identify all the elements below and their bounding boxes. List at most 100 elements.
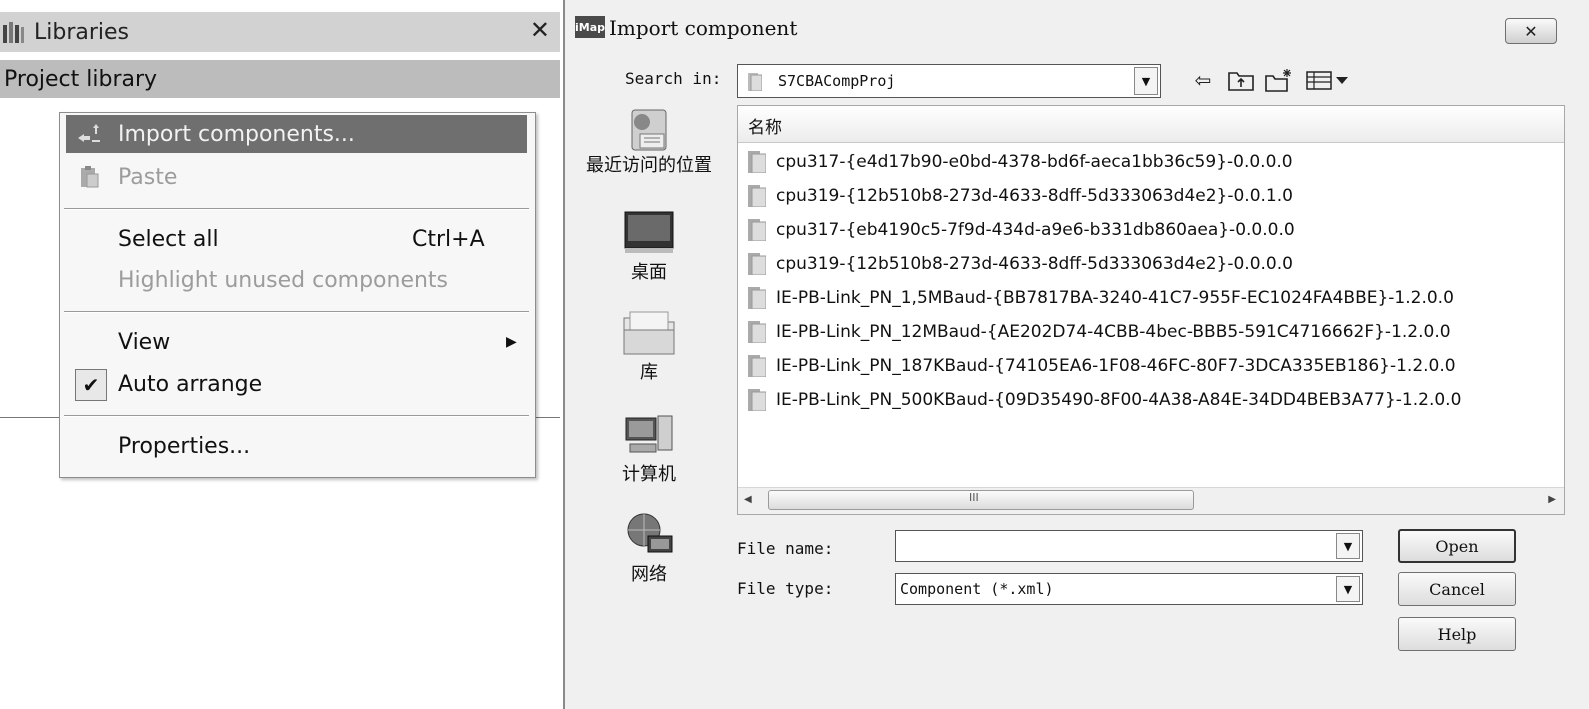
folder-icon — [748, 219, 766, 241]
file-list[interactable]: 名称 cpu317-{e4d17b90-e0bd-4378-bd6f-aeca1… — [737, 105, 1565, 515]
menu-item-auto-arrange[interactable]: ✔ Auto arrange — [66, 365, 527, 403]
view-menu-icon[interactable] — [1305, 66, 1351, 94]
help-button[interactable]: Help — [1398, 617, 1516, 651]
folder-icon — [748, 321, 766, 343]
cancel-button[interactable]: Cancel — [1398, 572, 1516, 606]
menu-item-view[interactable]: View ▶ — [66, 323, 527, 361]
menu-item-label: View — [118, 329, 171, 355]
chevron-down-icon[interactable]: ▼ — [1134, 67, 1158, 95]
file-type-select[interactable]: Component (*.xml) ▼ — [895, 573, 1363, 605]
file-name: cpu319-{12b510b8-273d-4633-8dff-5d333063… — [776, 186, 1293, 206]
scrollbar-thumb[interactable]: III — [768, 490, 1194, 510]
folder-icon — [748, 73, 762, 91]
import-icon — [78, 124, 100, 142]
menu-item-label: Properties... — [118, 433, 251, 459]
search-in-value: S7CBACompProj — [778, 72, 896, 90]
file-name: IE-PB-Link_PN_187KBaud-{74105EA6-1F08-46… — [776, 356, 1456, 376]
folder-icon — [748, 253, 766, 275]
place-label: 桌面 — [631, 262, 667, 283]
list-item[interactable]: cpu317-{e4d17b90-e0bd-4378-bd6f-aeca1bb3… — [748, 147, 1293, 177]
column-header-label: 名称 — [748, 118, 782, 138]
new-folder-icon[interactable] — [1265, 66, 1293, 94]
menu-item-import-components[interactable]: Import components... — [66, 115, 527, 153]
list-item[interactable]: IE-PB-Link_PN_12MBaud-{AE202D74-4CBB-4be… — [748, 317, 1451, 347]
close-icon[interactable]: ✕ — [1505, 18, 1557, 44]
file-name: cpu319-{12b510b8-273d-4633-8dff-5d333063… — [776, 254, 1293, 274]
libraries-icon — [623, 311, 675, 355]
recent-places-icon — [631, 109, 667, 151]
search-in-combobox[interactable]: S7CBACompProj ▼ — [737, 64, 1161, 98]
paste-icon — [81, 166, 99, 188]
list-item[interactable]: IE-PB-Link_PN_500KBaud-{09D35490-8F00-4A… — [748, 385, 1461, 415]
file-name: IE-PB-Link_PN_500KBaud-{09D35490-8F00-4A… — [776, 390, 1462, 410]
scroll-grip: III — [969, 491, 979, 504]
folder-icon — [748, 355, 766, 377]
place-computer[interactable]: 计算机 — [589, 412, 709, 486]
app-logo-icon: iMap — [575, 16, 605, 38]
menu-item-paste[interactable]: Paste — [66, 158, 527, 196]
up-folder-icon[interactable] — [1227, 66, 1255, 94]
search-in-label: Search in: — [625, 69, 722, 88]
project-library-label: Project library — [4, 66, 158, 92]
libraries-title: Libraries — [34, 19, 130, 45]
place-label: 网络 — [631, 564, 667, 585]
list-item[interactable]: cpu319-{12b510b8-273d-4633-8dff-5d333063… — [748, 181, 1293, 211]
place-label: 最近访问的位置 — [586, 155, 712, 176]
menu-item-shortcut: Ctrl+A — [412, 226, 485, 252]
list-item[interactable]: IE-PB-Link_PN_1,5MBaud-{BB7817BA-3240-41… — [748, 283, 1454, 313]
list-item[interactable]: IE-PB-Link_PN_187KBaud-{74105EA6-1F08-46… — [748, 351, 1456, 381]
scroll-right-icon[interactable]: ▶ — [1548, 494, 1556, 505]
file-name-label: File name: — [737, 539, 834, 558]
horizontal-scrollbar[interactable]: ◀ III ▶ — [738, 487, 1564, 514]
folder-icon — [748, 151, 766, 173]
chevron-down-icon[interactable]: ▼ — [1336, 576, 1360, 602]
import-component-dialog: iMap Import component ✕ Search in: S7CBA… — [563, 0, 1589, 709]
open-button[interactable]: Open — [1398, 529, 1516, 563]
menu-item-label: Paste — [118, 164, 178, 190]
column-header-name[interactable]: 名称 — [738, 106, 1564, 143]
menu-item-label: Auto arrange — [118, 371, 263, 397]
menu-item-properties[interactable]: Properties... — [66, 427, 527, 465]
libraries-icon — [3, 22, 24, 43]
checkmark-icon: ✔ — [75, 369, 107, 401]
dialog-title: Import component — [609, 16, 798, 40]
menu-separator — [64, 208, 529, 210]
menu-item-select-all[interactable]: Select all Ctrl+A — [66, 220, 527, 258]
menu-item-label: Select all — [118, 226, 219, 252]
menu-item-label: Highlight unused components — [118, 267, 449, 293]
folder-icon — [748, 185, 766, 207]
folder-icon — [748, 389, 766, 411]
file-name: cpu317-{eb4190c5-7f9d-434d-a9e6-b331db86… — [776, 220, 1295, 240]
project-library-header[interactable]: Project library — [0, 60, 560, 98]
place-label: 计算机 — [622, 464, 676, 485]
folder-icon — [748, 287, 766, 309]
submenu-arrow-icon: ▶ — [506, 334, 517, 350]
scroll-left-icon[interactable]: ◀ — [744, 494, 752, 505]
place-libraries[interactable]: 库 — [589, 310, 709, 384]
menu-separator — [64, 311, 529, 313]
libraries-titlebar: Libraries ✕ — [0, 12, 560, 52]
place-desktop[interactable]: 桌面 — [589, 210, 709, 284]
list-item[interactable]: cpu317-{eb4190c5-7f9d-434d-a9e6-b331db86… — [748, 215, 1295, 245]
file-name: IE-PB-Link_PN_1,5MBaud-{BB7817BA-3240-41… — [776, 288, 1454, 308]
file-name: IE-PB-Link_PN_12MBaud-{AE202D74-4CBB-4be… — [776, 322, 1451, 342]
context-menu: Import components... Paste Select all Ct… — [59, 112, 536, 478]
file-type-label: File type: — [737, 579, 834, 598]
place-label: 库 — [640, 362, 658, 383]
computer-icon — [625, 415, 673, 453]
menu-item-highlight-unused[interactable]: Highlight unused components — [66, 261, 527, 299]
place-recent[interactable]: 最近访问的位置 — [586, 108, 712, 176]
file-name-input[interactable]: ▼ — [895, 530, 1363, 562]
file-type-value: Component (*.xml) — [900, 580, 1054, 598]
dialog-titlebar[interactable]: iMap Import component ✕ — [565, 0, 1589, 56]
chevron-down-icon[interactable]: ▼ — [1336, 533, 1360, 559]
place-network[interactable]: 网络 — [589, 512, 709, 586]
close-icon[interactable]: ✕ — [530, 16, 550, 44]
menu-separator — [64, 415, 529, 417]
network-icon — [627, 513, 673, 553]
file-name: cpu317-{e4d17b90-e0bd-4378-bd6f-aeca1bb3… — [776, 152, 1293, 172]
menu-item-label: Import components... — [118, 121, 355, 147]
desktop-icon — [624, 211, 674, 253]
back-icon[interactable]: ⇦ — [1189, 66, 1217, 94]
list-item[interactable]: cpu319-{12b510b8-273d-4633-8dff-5d333063… — [748, 249, 1293, 279]
